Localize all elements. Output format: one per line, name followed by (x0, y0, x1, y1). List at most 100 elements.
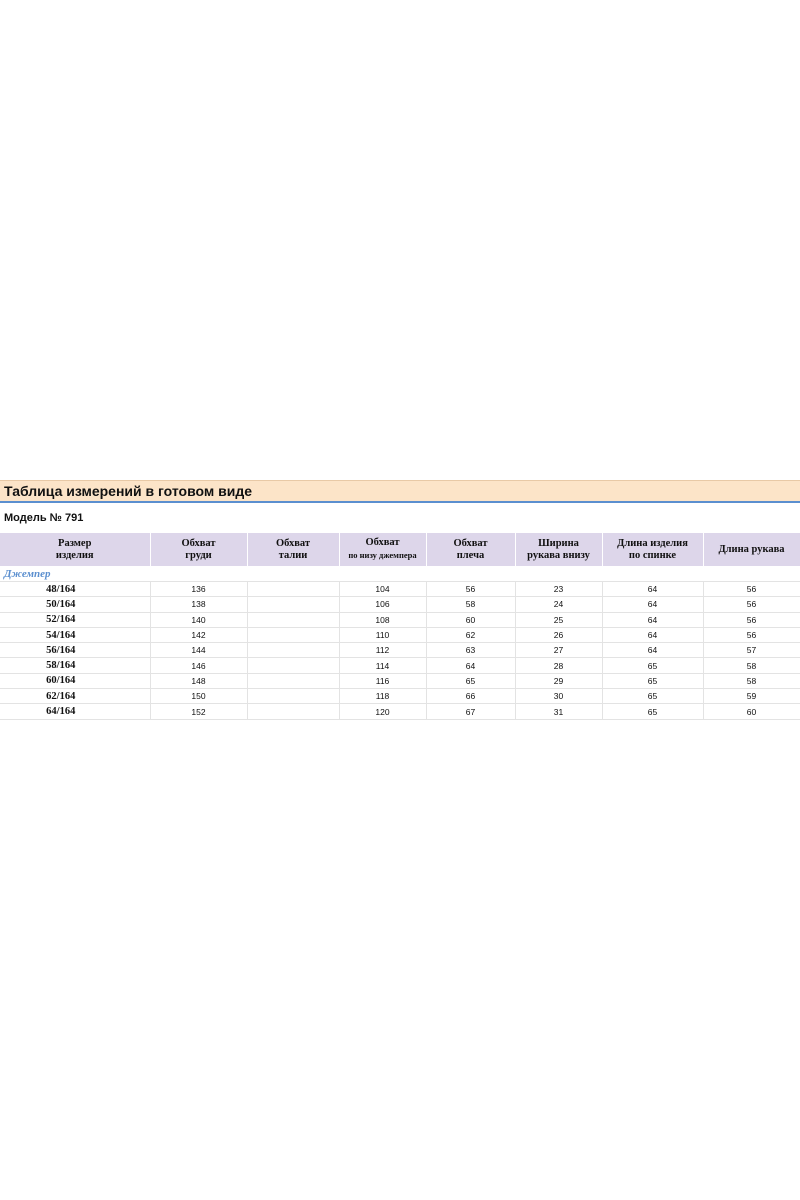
size-cell: 56/164 (0, 642, 151, 659)
measure-cell: 64 (426, 657, 516, 674)
table-row: 62/164 150 118 66 30 65 59 (0, 688, 800, 705)
column-header-line1: Обхват (365, 537, 400, 548)
measure-cell (247, 688, 340, 705)
measure-cell: 64 (602, 581, 704, 598)
column-header-line1: Обхват (275, 537, 311, 549)
column-header: Обхват талии (247, 533, 340, 566)
column-header-line2: груди (185, 549, 212, 561)
measure-cell: 25 (515, 612, 603, 628)
column-header-line2: по низу джемпера (348, 550, 417, 560)
column-header: Ширина рукава внизу (515, 533, 603, 566)
column-header: Обхват по низу джемпера (339, 533, 427, 566)
table-row: 50/164 138 106 58 24 64 56 (0, 596, 800, 613)
measure-cell: 29 (515, 673, 603, 690)
sheet-title: Таблица измерений в готовом виде (0, 480, 800, 503)
measure-cell: 56 (703, 612, 800, 628)
measure-cell: 60 (426, 612, 516, 628)
measure-cell (247, 673, 340, 690)
measure-cell: 64 (602, 642, 704, 659)
measure-cell: 65 (602, 657, 704, 674)
measure-cell (247, 642, 340, 659)
table-row: 48/164 136 104 56 23 64 56 (0, 581, 800, 598)
measure-cell: 57 (703, 642, 800, 659)
size-cell: 64/164 (0, 703, 151, 720)
column-header-line1: Длина рукава (718, 543, 785, 555)
measure-cell: 138 (150, 596, 248, 613)
measure-cell: 114 (339, 657, 427, 674)
measure-cell: 26 (515, 627, 603, 644)
measure-cell: 60 (703, 703, 800, 720)
column-header: Обхват плеча (426, 533, 516, 566)
measure-cell: 23 (515, 581, 603, 598)
measure-cell: 58 (703, 673, 800, 690)
table-body: Джемпер 48/164 136 104 56 23 64 56 50/164 138 106… (0, 566, 800, 720)
column-header-line2: талии (278, 549, 308, 561)
measure-cell: 65 (602, 673, 704, 690)
column-header-line1: Длина изделия (617, 537, 688, 549)
measure-cell: 58 (426, 596, 516, 613)
measure-cell: 27 (515, 642, 603, 659)
size-cell: 58/164 (0, 657, 151, 674)
measure-cell: 30 (515, 688, 603, 705)
column-header: Размер изделия (0, 533, 151, 566)
measure-cell: 56 (703, 581, 800, 598)
size-cell: 54/164 (0, 627, 151, 644)
measure-cell: 59 (703, 688, 800, 705)
measure-cell: 136 (150, 581, 248, 598)
measure-cell: 118 (339, 688, 427, 705)
measure-cell (247, 627, 340, 644)
measure-cell: 120 (339, 703, 427, 720)
measure-cell: 140 (150, 612, 248, 628)
column-header-line1: Ширина (538, 537, 579, 549)
measure-cell: 142 (150, 627, 248, 644)
table-row: 64/164 152 120 67 31 65 60 (0, 703, 800, 720)
column-header-line1: Обхват (181, 537, 216, 549)
column-header-line2: рукава внизу (527, 549, 590, 561)
measure-cell: 108 (339, 612, 427, 628)
measure-cell: 110 (339, 627, 427, 644)
model-label: Модель № 791 (4, 512, 84, 524)
column-header: Длина изделия по спинке (602, 533, 704, 566)
measure-cell: 146 (150, 657, 248, 674)
measure-cell (247, 596, 340, 613)
column-header-line1: Обхват (453, 537, 488, 549)
measure-cell: 152 (150, 703, 248, 720)
measure-cell: 64 (602, 627, 704, 644)
measure-cell: 112 (339, 642, 427, 659)
header-row: Размер изделия Обхват груди Обхват талии Обхва… (0, 533, 800, 566)
measurement-sheet: Таблица измерений в готовом виде Модель … (0, 480, 800, 720)
measure-cell: 64 (602, 596, 704, 613)
measure-cell: 64 (602, 612, 704, 628)
column-header-line2: плеча (456, 549, 485, 561)
size-cell: 52/164 (0, 612, 151, 628)
measure-cell: 106 (339, 596, 427, 613)
measure-cell: 65 (602, 703, 704, 720)
measure-cell: 56 (703, 627, 800, 644)
size-cell: 62/164 (0, 688, 151, 705)
measure-cell: 62 (426, 627, 516, 644)
measure-cell: 24 (515, 596, 603, 613)
column-header-line1: Размер (58, 537, 92, 549)
size-cell: 60/164 (0, 673, 151, 690)
table-row: 52/164 140 108 60 25 64 56 (0, 612, 800, 628)
table-row: 56/164 144 112 63 27 64 57 (0, 642, 800, 659)
table-row: 60/164 148 116 65 29 65 58 (0, 673, 800, 690)
measure-cell (247, 612, 340, 628)
measure-cell: 31 (515, 703, 603, 720)
column-header: Обхват груди (150, 533, 248, 566)
measurement-table: Размер изделия Обхват груди Обхват талии Обхва… (0, 533, 800, 720)
measure-cell: 116 (339, 673, 427, 690)
measure-cell (247, 657, 340, 674)
measure-cell: 67 (426, 703, 516, 720)
column-header-line2: изделия (55, 549, 94, 561)
measure-cell: 150 (150, 688, 248, 705)
measure-cell (247, 703, 340, 720)
table-row: 54/164 142 110 62 26 64 56 (0, 627, 800, 644)
measure-cell: 66 (426, 688, 516, 705)
measure-cell: 56 (703, 596, 800, 613)
measure-cell: 144 (150, 642, 248, 659)
column-header: Длина рукава (703, 533, 800, 566)
measure-cell: 104 (339, 581, 427, 598)
measure-cell: 63 (426, 642, 516, 659)
column-header-line2: по спинке (628, 549, 677, 561)
